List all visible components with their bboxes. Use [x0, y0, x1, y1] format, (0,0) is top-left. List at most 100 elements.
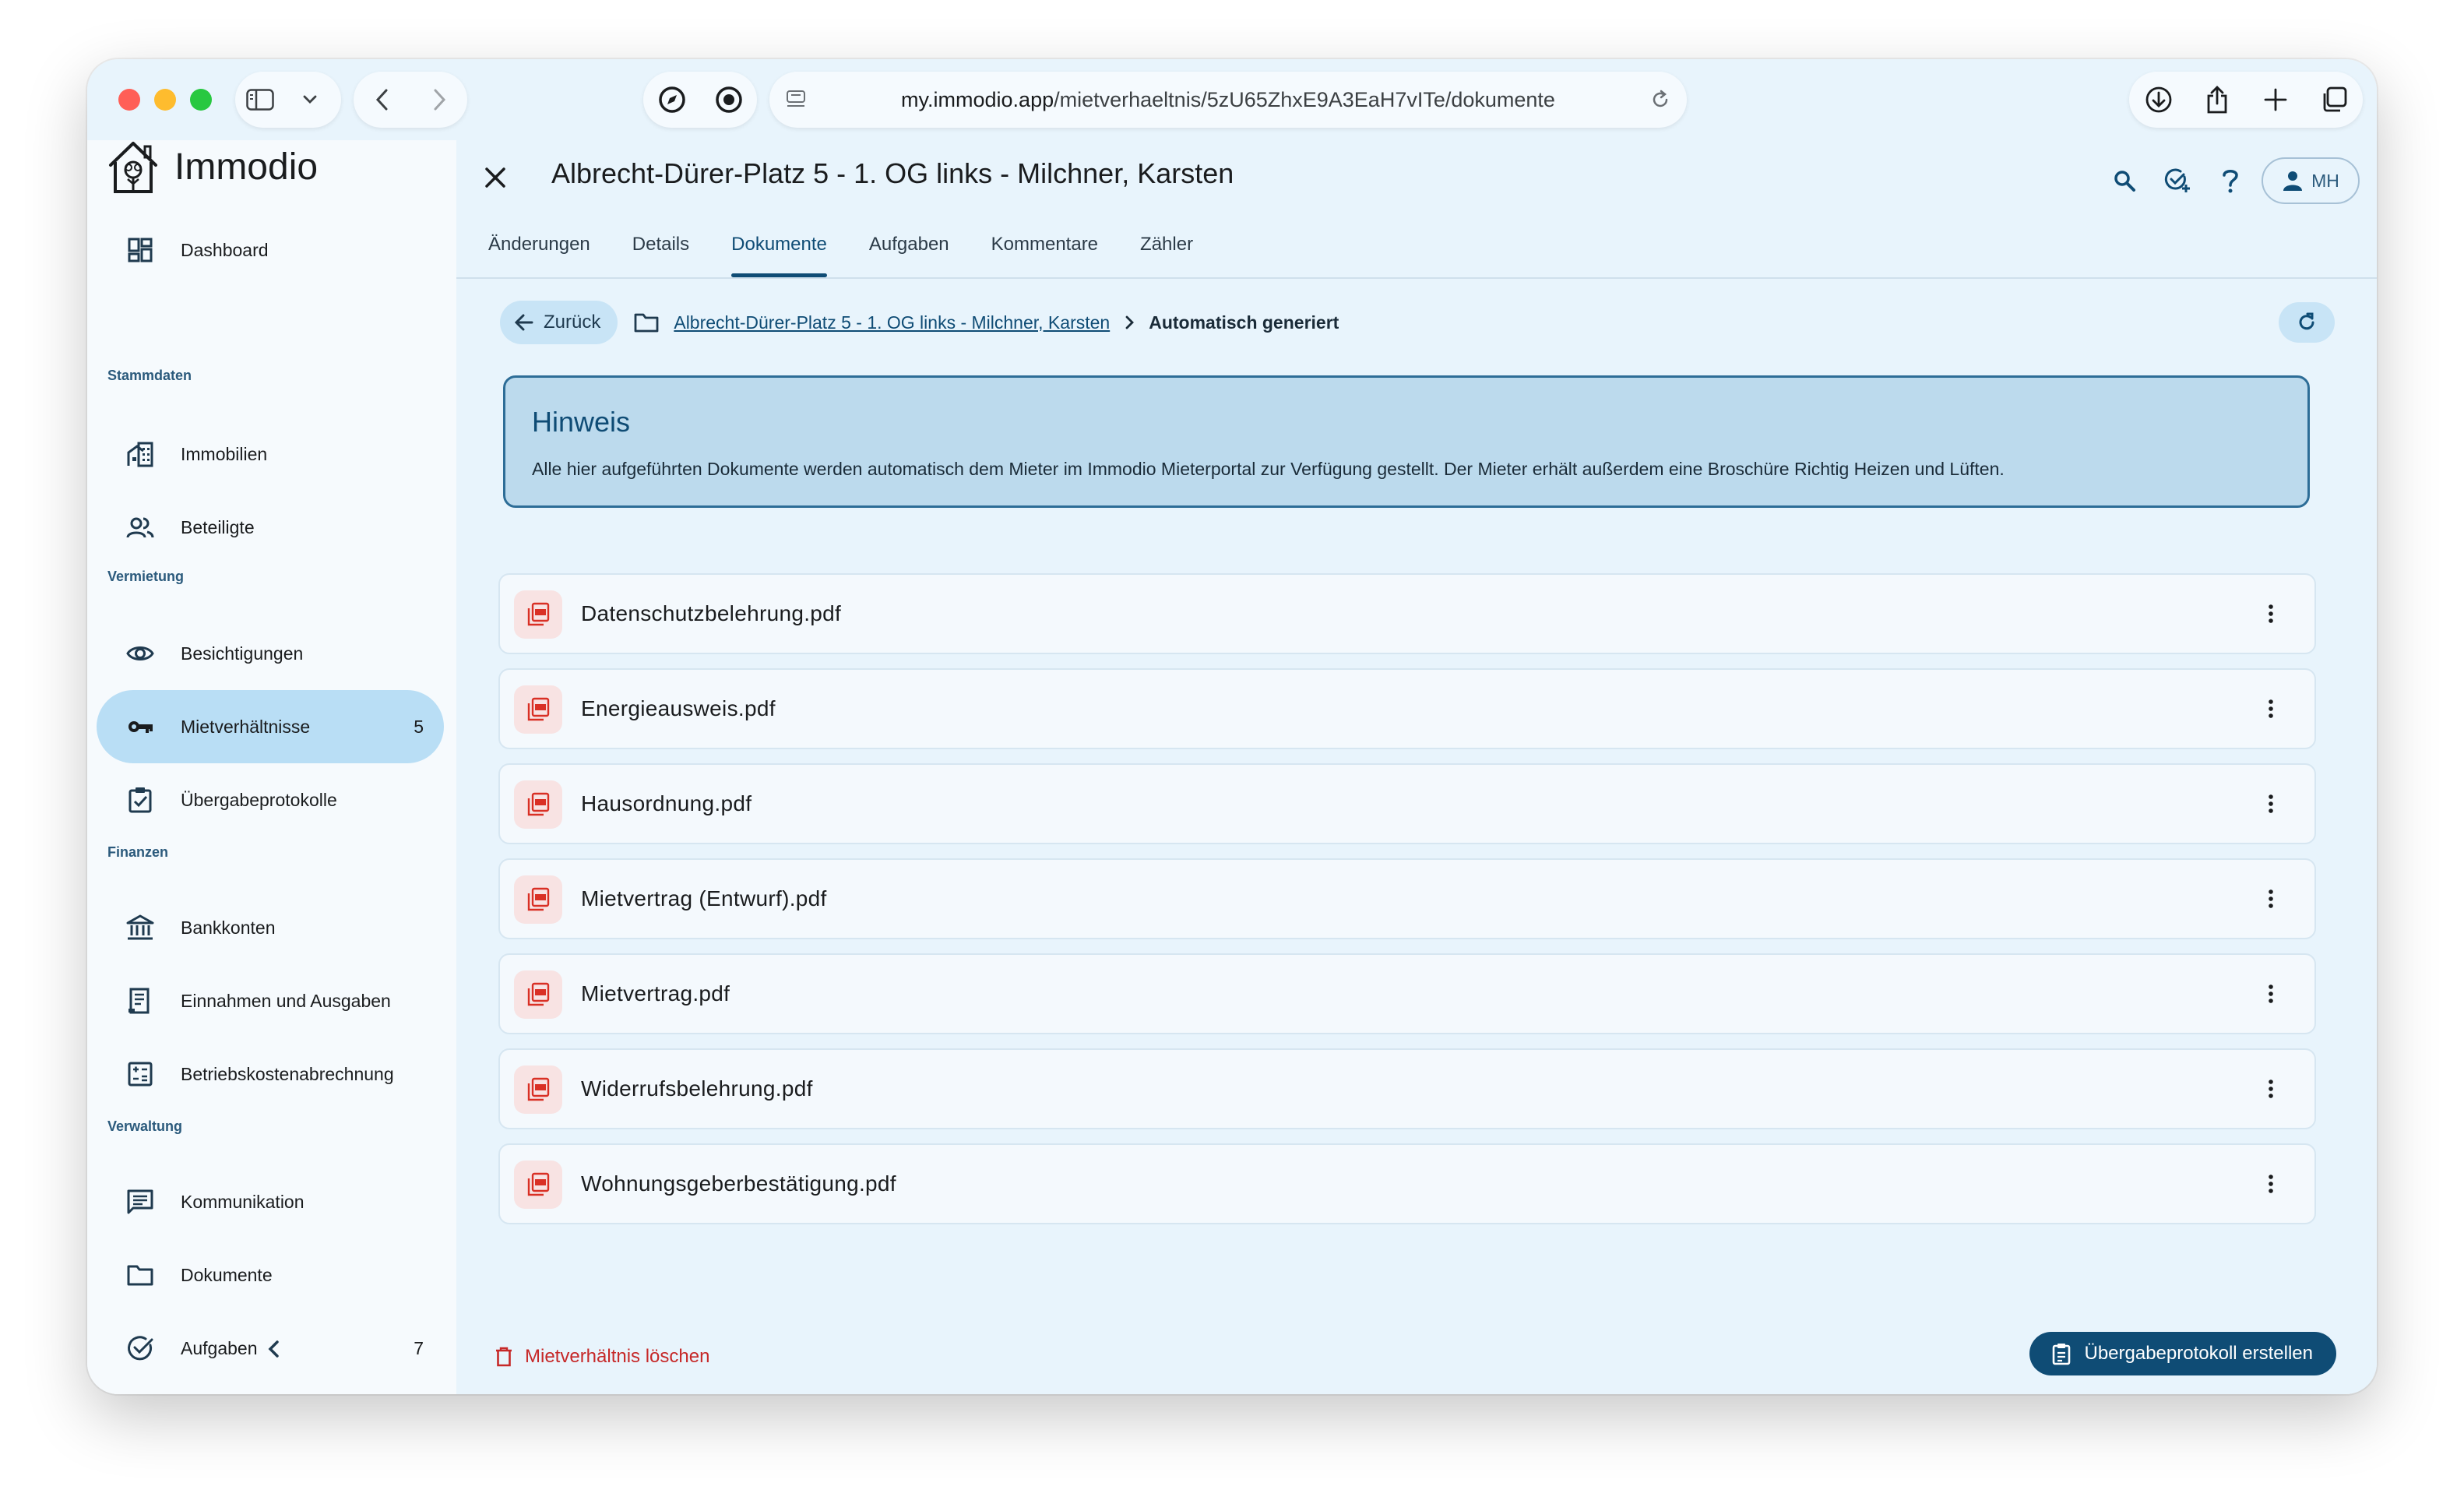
sidebar-item-label: Bankkonten [181, 917, 276, 938]
sidebar-toggle-group [235, 72, 341, 128]
more-vert-icon[interactable] [2258, 1171, 2283, 1196]
tab-zaehler[interactable]: Zähler [1119, 224, 1214, 277]
minimize-window-button[interactable] [154, 89, 176, 111]
reload-icon[interactable] [1649, 89, 1671, 111]
document-row[interactable]: Mietvertrag.pdf [498, 953, 2316, 1034]
sidebar-toggle-icon[interactable] [235, 72, 285, 128]
count-badge: 7 [414, 1337, 424, 1358]
sidebar-item-einnahmen[interactable]: Einnahmen und Ausgaben [97, 964, 444, 1037]
add-task-icon[interactable] [2156, 159, 2199, 203]
sidebar-item-mietverhaeltnisse[interactable]: Mietverhältnisse 5 [97, 690, 444, 763]
search-icon[interactable] [2103, 159, 2146, 203]
arrow-left-icon [514, 314, 533, 331]
sidebar-item-beteiligte[interactable]: Beteiligte [97, 491, 444, 564]
calculator-icon [128, 1062, 153, 1087]
help-icon[interactable] [2209, 159, 2252, 203]
sidebar-item-label: Betriebskostenabrechnung [181, 1063, 394, 1084]
sidebar-item-dokumente[interactable]: Dokumente [97, 1238, 444, 1312]
clipboard-icon [2053, 1344, 2071, 1365]
sidebar-item-dashboard[interactable]: Dashboard [97, 213, 444, 287]
back-button[interactable]: Zurück [500, 301, 618, 344]
task-check-icon [128, 1336, 153, 1361]
building-icon [127, 442, 153, 467]
more-vert-icon[interactable] [2258, 1076, 2283, 1101]
close-icon[interactable] [481, 164, 509, 192]
sidebar-item-label: Dokumente [181, 1264, 273, 1285]
chevron-right-icon [1125, 315, 1135, 329]
chevron-down-icon[interactable] [285, 72, 335, 128]
forward-arrow-icon[interactable] [410, 72, 467, 128]
browser-toolbar: my.immodio.app/mietverhaeltnis/5zU65ZhxE… [87, 59, 2377, 140]
sidebar-item-label: Übergabeprotokolle [181, 789, 337, 810]
dashboard-icon [128, 238, 153, 262]
document-row[interactable]: Mietvertrag (Entwurf).pdf [498, 858, 2316, 939]
count-badge: 5 [414, 716, 424, 737]
tab-kommentare[interactable]: Kommentare [970, 224, 1119, 277]
page-title: Albrecht-Dürer-Platz 5 - 1. OG links - M… [551, 157, 1234, 189]
more-vert-icon[interactable] [2258, 886, 2283, 911]
people-icon [126, 517, 154, 538]
brand[interactable]: Immodio [106, 136, 318, 198]
notice-title: Hinweis [532, 406, 631, 438]
notice-text: Alle hier aufgeführten Dokumente werden … [532, 459, 2005, 479]
record-icon[interactable] [700, 72, 757, 128]
tab-aenderungen[interactable]: Änderungen [467, 224, 611, 277]
compass-icon[interactable] [643, 72, 700, 128]
create-label: Übergabeprotokoll erstellen [2084, 1343, 2313, 1364]
app-name: Immodio [174, 146, 319, 188]
more-vert-icon[interactable] [2258, 981, 2283, 1006]
document-name: Widerrufsbelehrung.pdf [581, 1076, 813, 1101]
document-name: Datenschutzbelehrung.pdf [581, 601, 842, 625]
delete-tenancy-button[interactable]: Mietverhältnis löschen [494, 1346, 709, 1368]
collapse-sidebar-chevron-icon[interactable] [260, 1335, 288, 1363]
pdf-file-icon [514, 875, 562, 924]
more-vert-icon[interactable] [2258, 696, 2283, 721]
sidebar-item-besichtigungen[interactable]: Besichtigungen [97, 617, 444, 690]
more-vert-icon[interactable] [2258, 601, 2283, 626]
maximize-window-button[interactable] [190, 89, 212, 111]
history-nav-group [354, 72, 467, 128]
main-content: Albrecht-Dürer-Platz 5 - 1. OG links - M… [456, 140, 2377, 1394]
refresh-button[interactable] [2279, 302, 2335, 343]
tabs-divider [456, 277, 2377, 279]
sidebar: Immodio Dashboard Stammdaten Immobilien … [87, 140, 456, 1394]
back-arrow-icon[interactable] [354, 72, 410, 128]
sidebar-item-immobilien[interactable]: Immobilien [97, 417, 444, 491]
user-menu-button[interactable]: MH [2262, 157, 2360, 204]
tab-aufgaben[interactable]: Aufgaben [848, 224, 970, 277]
document-row[interactable]: Energieausweis.pdf [498, 668, 2316, 749]
document-row[interactable]: Wohnungsgeberbestätigung.pdf [498, 1143, 2316, 1224]
document-name: Hausordnung.pdf [581, 791, 752, 815]
sidebar-item-betriebskosten[interactable]: Betriebskostenabrechnung [97, 1037, 444, 1111]
document-name: Wohnungsgeberbestätigung.pdf [581, 1171, 896, 1196]
document-row[interactable]: Datenschutzbelehrung.pdf [498, 573, 2316, 654]
header-actions: MH [2103, 157, 2360, 204]
document-row[interactable]: Widerrufsbelehrung.pdf [498, 1048, 2316, 1129]
more-vert-icon[interactable] [2258, 791, 2283, 816]
create-handover-protocol-button[interactable]: Übergabeprotokoll erstellen [2029, 1332, 2336, 1375]
tab-dokumente[interactable]: Dokumente [710, 224, 848, 277]
tab-details[interactable]: Details [611, 224, 710, 277]
url-text: my.immodio.app/mietverhaeltnis/5zU65ZhxE… [901, 88, 1555, 111]
sidebar-item-label: Mietverhältnisse [181, 716, 311, 737]
immodio-logo-icon [109, 142, 157, 193]
tab-overview-icon[interactable] [2304, 72, 2363, 128]
sidebar-item-uebergabeprotokolle[interactable]: Übergabeprotokolle [97, 763, 444, 837]
address-bar[interactable]: my.immodio.app/mietverhaeltnis/5zU65ZhxE… [769, 72, 1687, 128]
browser-actions-group [2129, 72, 2363, 128]
breadcrumb-parent-link[interactable]: Albrecht-Dürer-Platz 5 - 1. OG links - M… [674, 312, 1110, 333]
document-row[interactable]: Hausordnung.pdf [498, 763, 2316, 844]
new-tab-plus-icon[interactable] [2246, 72, 2304, 128]
share-icon[interactable] [2188, 72, 2246, 128]
chat-icon [127, 1189, 153, 1214]
clipboard-check-icon [128, 787, 152, 813]
sidebar-item-label: Besichtigungen [181, 643, 304, 664]
download-icon[interactable] [2129, 72, 2188, 128]
sidebar-item-label: Beteiligte [181, 516, 255, 537]
sidebar-item-kommunikation[interactable]: Kommunikation [97, 1165, 444, 1238]
close-window-button[interactable] [118, 89, 140, 111]
refresh-icon [2299, 312, 2314, 330]
browser-window: my.immodio.app/mietverhaeltnis/5zU65ZhxE… [87, 59, 2377, 1394]
back-label: Zurück [544, 312, 601, 333]
sidebar-item-bankkonten[interactable]: Bankkonten [97, 891, 444, 964]
